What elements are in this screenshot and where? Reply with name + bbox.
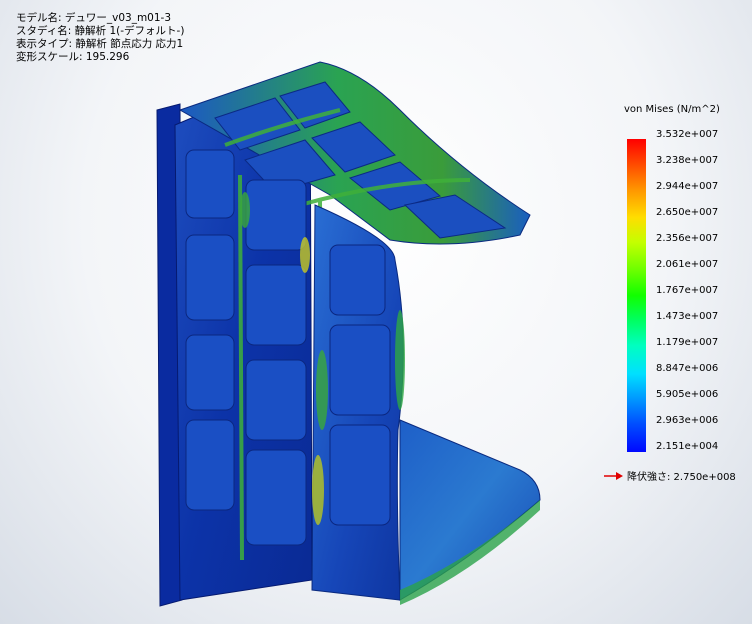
legend-label: 2.151e+004 [656,441,719,452]
legend-label: 2.963e+006 [656,415,719,426]
legend-label: 1.767e+007 [656,285,719,296]
yield-strength-marker: 降伏強さ: 2.750e+008 [604,468,736,483]
legend-label: 3.238e+007 [656,155,719,166]
legend-label: 8.847e+006 [656,363,719,374]
legend-label: 5.905e+006 [656,389,719,400]
stress-color-scale [627,139,646,452]
dewar-part-mesh[interactable] [156,61,541,607]
floor-plate [399,419,541,601]
legend-label: 1.179e+007 [656,337,719,348]
legend-title: von Mises (N/m^2) [624,104,720,115]
legend-label: 1.473e+007 [656,311,719,322]
legend-label: 2.061e+007 [656,259,719,270]
legend-label: 2.650e+007 [656,207,719,218]
yield-strength-label: 降伏強さ: 2.750e+008 [627,472,736,483]
legend-label: 2.944e+007 [656,181,719,192]
legend-label: 3.532e+007 [656,129,719,140]
legend-label: 2.356e+007 [656,233,719,244]
arrow-right-icon [604,471,624,481]
